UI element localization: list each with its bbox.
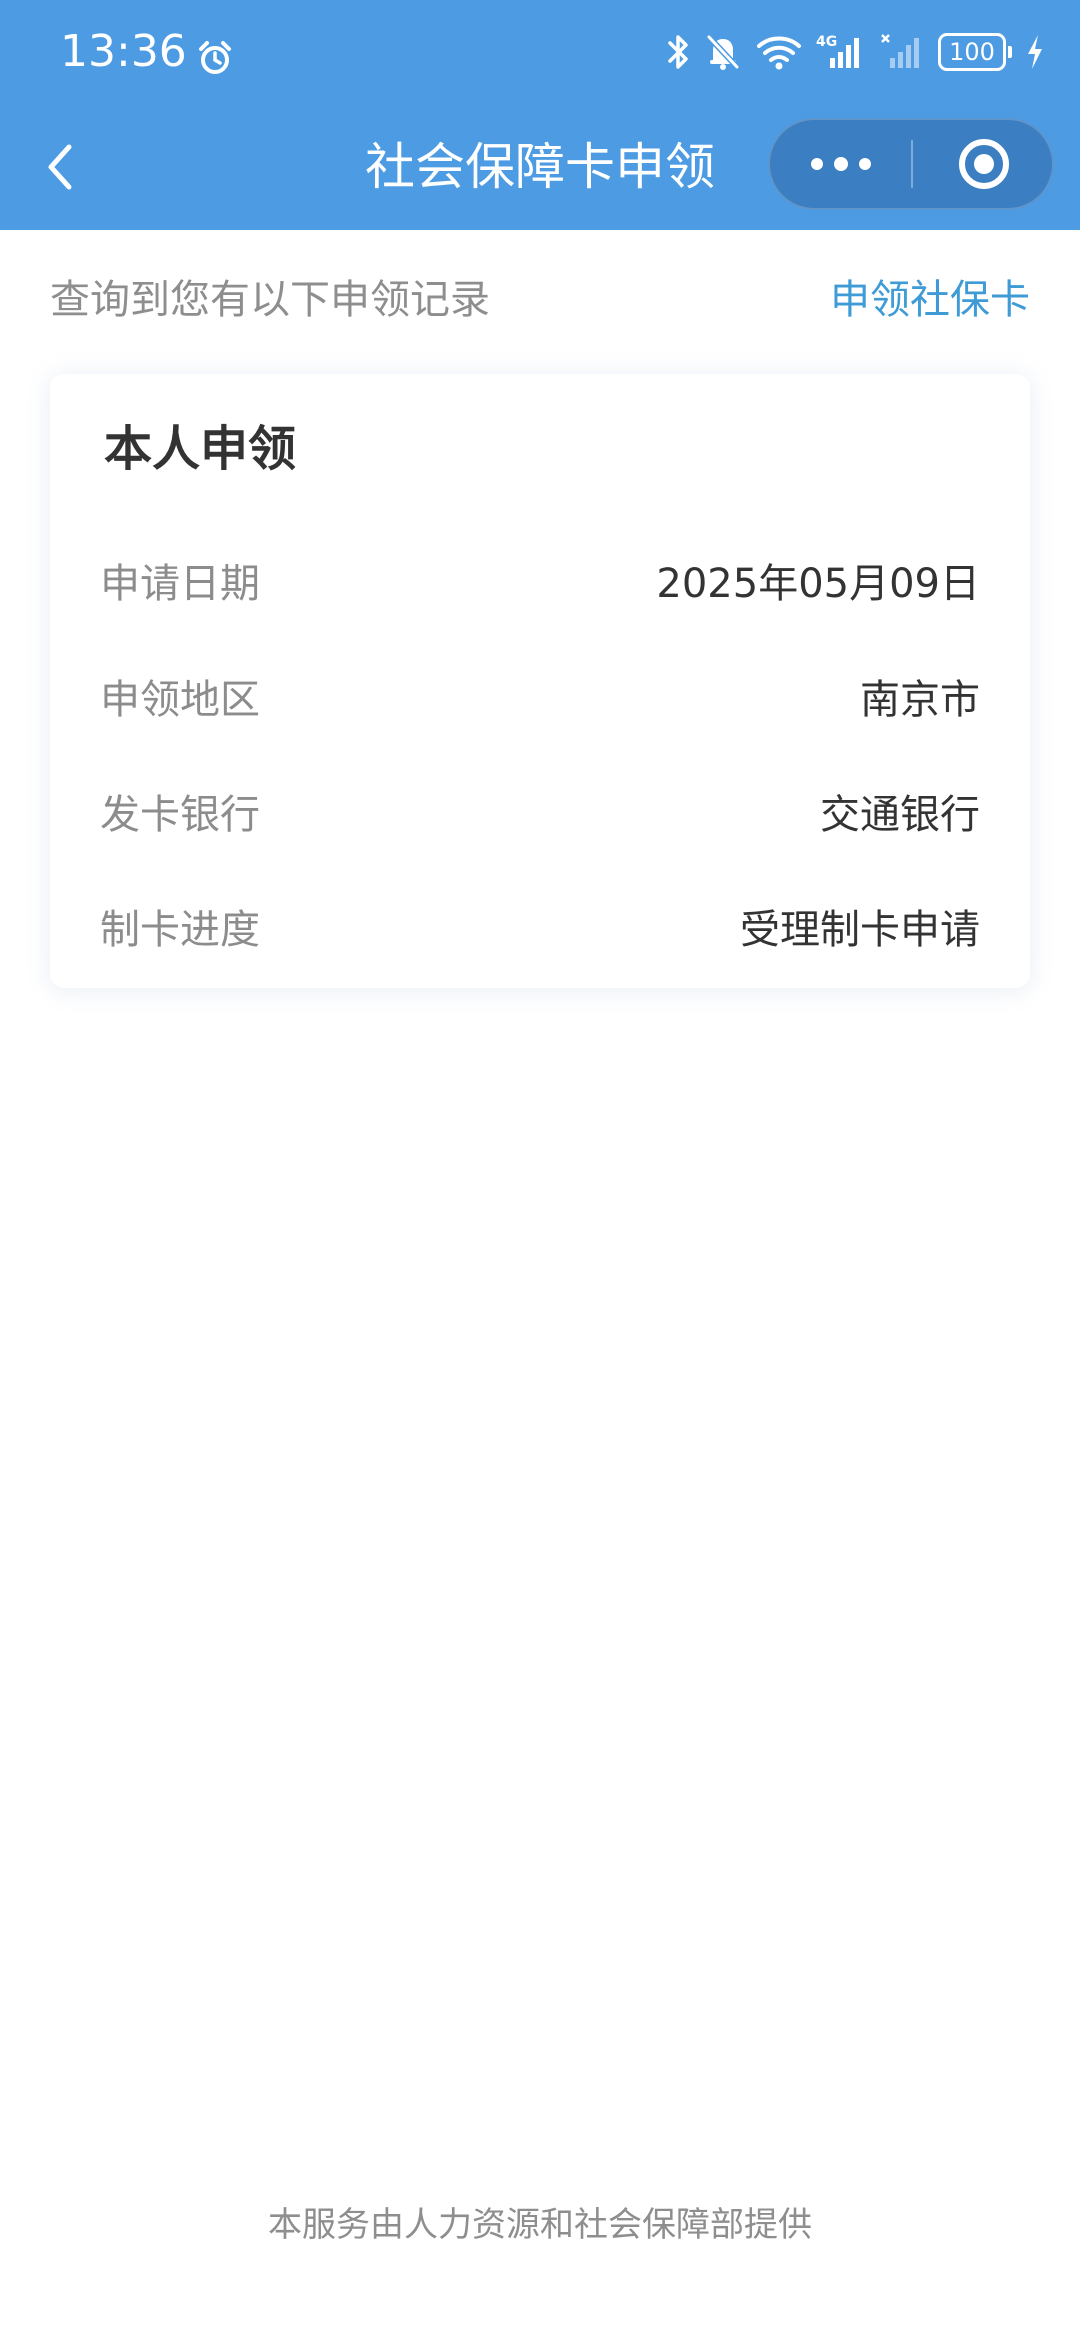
header: 13:36 4G 100 社会保障卡申领 [0, 0, 1080, 230]
battery-level: 100 [938, 33, 1006, 71]
row-progress: 制卡进度 受理制卡申请 [100, 900, 980, 960]
status-icons: 4G 100 [666, 28, 1044, 76]
row-label: 申请日期 [100, 561, 260, 607]
application-record-card[interactable]: 本人申领 申请日期 2025年05月09日 申领地区 南京市 发卡银行 交通银行… [50, 374, 1030, 988]
mute-bell-icon [704, 32, 742, 72]
row-region: 申领地区 南京市 [100, 670, 980, 730]
more-button[interactable] [770, 120, 912, 208]
signal-4g-icon: 4G [816, 32, 866, 72]
miniprogram-capsule [768, 118, 1054, 210]
target-close-icon [958, 139, 1009, 189]
row-label: 发卡银行 [100, 792, 260, 838]
row-label: 制卡进度 [100, 907, 260, 953]
row-value: 受理制卡申请 [740, 907, 980, 953]
status-time: 13:36 [60, 24, 233, 80]
record-hint: 查询到您有以下申领记录 [50, 277, 490, 323]
charging-icon [1026, 32, 1044, 72]
row-label: 申领地区 [100, 677, 260, 723]
card-title: 本人申领 [104, 421, 297, 477]
clock-text: 13:36 [60, 26, 187, 77]
network-type-label: 4G [816, 34, 837, 50]
status-bar: 13:36 4G 100 [0, 0, 1080, 104]
record-header: 查询到您有以下申领记录 申领社保卡 [50, 270, 1030, 330]
wifi-icon [756, 32, 802, 72]
row-apply-date: 申请日期 2025年05月09日 [100, 554, 980, 614]
row-value: 交通银行 [820, 792, 980, 838]
bluetooth-icon [666, 32, 690, 72]
row-value: 南京市 [860, 677, 980, 723]
more-dots-icon [811, 157, 871, 171]
alarm-icon [197, 34, 233, 74]
nav-bar: 社会保障卡申领 [0, 104, 1080, 230]
battery-icon: 100 [938, 33, 1012, 71]
row-bank: 发卡银行 交通银行 [100, 785, 980, 845]
signal-no-sim-icon [880, 32, 924, 72]
row-value: 2025年05月09日 [656, 561, 980, 607]
close-miniprogram-button[interactable] [913, 120, 1054, 208]
footer-provider-text: 本服务由人力资源和社会保障部提供 [268, 2205, 812, 2245]
apply-card-link[interactable]: 申领社保卡 [830, 270, 1030, 330]
